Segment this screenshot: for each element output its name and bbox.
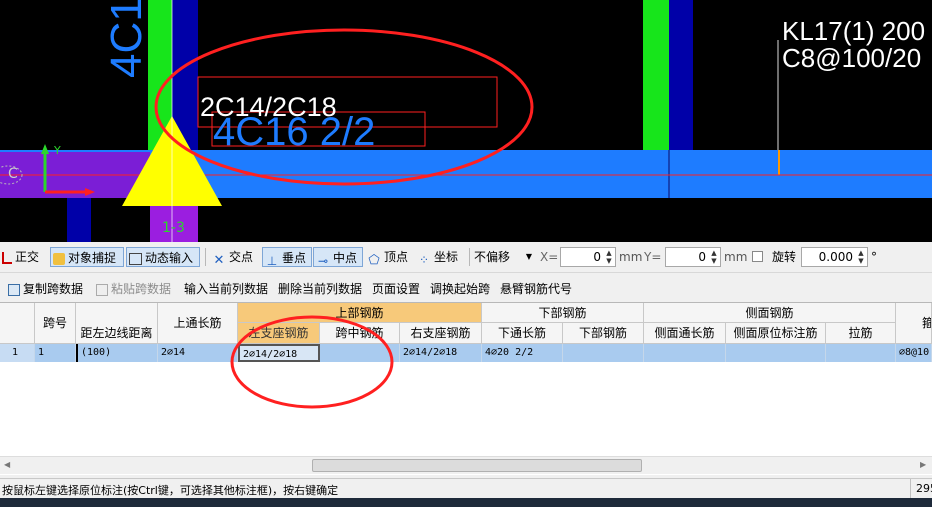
- copy-icon: [8, 284, 20, 296]
- grid-annotation: [230, 315, 394, 409]
- x-label: X=: [540, 250, 559, 264]
- perpendicular-icon: ⊥: [266, 254, 278, 268]
- cad-label-c: C: [8, 166, 18, 182]
- paste-icon: [96, 284, 108, 296]
- status-coordinate: 295: [916, 482, 932, 495]
- cad-label-kl17[interactable]: KL17(1) 200: [782, 18, 925, 44]
- copy-span-button[interactable]: 复制跨数据: [8, 281, 83, 297]
- column-right-green: [643, 0, 669, 150]
- perpendicular-button[interactable]: ⊥ 垂点: [262, 247, 312, 268]
- cad-canvas[interactable]: 4C1 2C14/2C18 4C16 2/2 KL17(1) 200 C8@10…: [0, 0, 932, 242]
- taskbar: [0, 498, 932, 507]
- scroll-thumb[interactable]: [312, 459, 642, 472]
- rotate-label: 旋转: [772, 250, 797, 264]
- y-spinner[interactable]: ▲ ▼: [709, 249, 719, 265]
- coordinate-button[interactable]: ⁘ 坐标: [417, 247, 458, 267]
- cad-label-4c1: 4C1: [102, 0, 151, 78]
- status-message: 按鼠标左键选择原位标注(按Ctrl键，可选择其他标注框)，按右键确定: [2, 484, 339, 497]
- x-spinner[interactable]: ▲ ▼: [604, 249, 614, 265]
- scroll-left-icon[interactable]: ◀: [4, 460, 10, 469]
- intersection-icon: ✕: [213, 253, 225, 268]
- ortho-icon: [2, 252, 12, 264]
- paste-span-button[interactable]: 粘贴跨数据: [96, 281, 171, 297]
- rotate-input[interactable]: 0.000 ▲ ▼: [801, 247, 868, 267]
- blue-post-lower: [67, 198, 91, 242]
- x-coordinate-input[interactable]: 0 ▲ ▼: [560, 247, 616, 267]
- y-coordinate-input[interactable]: 0 ▲ ▼: [665, 247, 721, 267]
- y-label: Y=: [644, 250, 662, 264]
- vertex-icon: ⬠: [368, 253, 380, 268]
- status-bar: 按鼠标左键选择原位标注(按Ctrl键，可选择其他标注框)，按右键确定 295: [0, 478, 932, 499]
- rotate-spinner[interactable]: ▲ ▼: [856, 249, 866, 265]
- dynamic-input-icon: [129, 253, 142, 265]
- x-unit: mm: [619, 250, 643, 264]
- cad-label-c8[interactable]: C8@100/20: [782, 45, 921, 71]
- scroll-right-icon[interactable]: ▶: [920, 460, 926, 469]
- ortho-button[interactable]: 正交: [2, 247, 39, 267]
- adjust-start-span-button[interactable]: 调换起始跨: [430, 281, 490, 297]
- table-toolbar: 复制跨数据 粘贴跨数据 输入当前列数据 删除当前列数据 页面设置 调换起始跨 悬…: [0, 279, 932, 299]
- chevron-down-icon: ▼: [525, 252, 532, 261]
- span-data-table: 跨号 距左边线距离 上通长筋 上部钢筋 下部钢筋 侧面钢筋 箍 左支座钢筋 跨中…: [0, 302, 932, 475]
- horizontal-scrollbar[interactable]: ◀ ▶: [0, 456, 932, 474]
- degree-symbol: °: [871, 250, 877, 264]
- cantilever-code-button[interactable]: 悬臂钢筋代号: [500, 281, 572, 297]
- intersection-button[interactable]: ✕ 交点: [212, 247, 253, 268]
- column-right-blue: [669, 0, 693, 150]
- midpoint-button[interactable]: ⊸ 中点: [313, 247, 363, 268]
- snap-icon: [53, 253, 65, 265]
- offset-select[interactable]: 不偏移 ▼: [474, 247, 534, 267]
- input-column-button[interactable]: 输入当前列数据: [184, 281, 268, 297]
- cad-label-4c16[interactable]: 4C16 2/2: [213, 112, 375, 152]
- dynamic-input-button[interactable]: 动态输入: [126, 247, 200, 267]
- object-snap-button[interactable]: 对象捕捉: [50, 247, 124, 267]
- axis-y-label: Y: [54, 144, 61, 157]
- y-unit: mm: [724, 250, 748, 264]
- midpoint-icon: ⊸: [317, 254, 329, 268]
- cad-label-1-3: 1-3: [162, 220, 185, 236]
- page-setup-button[interactable]: 页面设置: [372, 281, 420, 297]
- vertex-button[interactable]: ⬠ 顶点: [367, 247, 408, 268]
- snap-toolbar: 正交 对象捕捉 动态输入 ✕ 交点 ⊥ 垂点 ⊸ 中点 ⬠ 顶点 ⁘ 坐标 不偏移 ▼ X…: [0, 242, 932, 273]
- rotate-checkbox[interactable]: [752, 251, 763, 262]
- coordinate-icon: ⁘: [418, 253, 430, 267]
- delete-column-button[interactable]: 删除当前列数据: [278, 281, 362, 297]
